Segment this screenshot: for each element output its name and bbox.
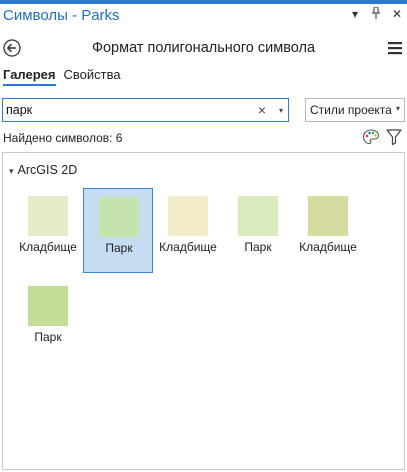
- search-box: × ▾: [2, 98, 289, 122]
- clear-search-button[interactable]: ×: [258, 102, 266, 118]
- symbol-item[interactable]: Кладбище: [13, 188, 83, 273]
- tab-properties[interactable]: Свойства: [64, 67, 121, 86]
- symbol-item[interactable]: Кладбище: [293, 188, 363, 273]
- chevron-down-icon: ▾: [395, 104, 400, 113]
- symbol-label: Парк: [34, 330, 62, 344]
- header-title: Формат полигонального символа: [91, 40, 316, 56]
- chevron-down-icon: ▾: [9, 166, 14, 176]
- palette-button[interactable]: [362, 128, 380, 146]
- pane-options-dropdown[interactable]: ▾: [349, 7, 361, 22]
- tab-gallery[interactable]: Галерея: [3, 67, 56, 86]
- close-pane-button[interactable]: ✕: [391, 7, 403, 22]
- hamburger-icon: [388, 42, 402, 55]
- symbol-swatch: [28, 286, 68, 326]
- symbol-item[interactable]: Кладбище: [153, 188, 223, 273]
- styles-select[interactable]: Стили проекта ▾: [305, 98, 405, 122]
- filter-button[interactable]: [386, 128, 402, 146]
- symbol-swatch: [99, 197, 139, 237]
- pane-controls: ▾ ✕: [349, 6, 403, 22]
- symbol-item[interactable]: Парк: [223, 188, 293, 273]
- symbol-swatch: [168, 196, 208, 236]
- symbol-swatch: [308, 196, 348, 236]
- filter-icon: [386, 129, 402, 146]
- symbol-item[interactable]: Парк: [13, 278, 83, 363]
- symbol-item[interactable]: Парк: [83, 188, 153, 273]
- styles-select-value: Стили проекта: [310, 103, 392, 117]
- pane-title: Символы - Parks: [3, 7, 120, 24]
- group-label: ArcGIS 2D: [17, 163, 78, 177]
- pin-glyph: [372, 6, 380, 19]
- symbols-found-count: Найдено символов: 6: [3, 131, 123, 145]
- menu-button[interactable]: [388, 41, 402, 55]
- group-header[interactable]: ▾ ArcGIS 2D: [9, 163, 77, 177]
- search-history-dropdown[interactable]: ▾: [279, 103, 283, 119]
- symbol-swatch: [238, 196, 278, 236]
- symbol-label: Кладбище: [299, 240, 357, 254]
- symbol-swatch: [28, 196, 68, 236]
- pin-icon[interactable]: [370, 6, 382, 22]
- pane-accent-bar: [0, 0, 407, 4]
- tab-bar: Галерея Свойства: [3, 67, 121, 86]
- symbol-gallery: ▾ ArcGIS 2D Кладбище Парк Кладбище Парк Кладб…: [2, 152, 405, 470]
- palette-icon: [362, 129, 380, 145]
- search-input[interactable]: [6, 102, 246, 118]
